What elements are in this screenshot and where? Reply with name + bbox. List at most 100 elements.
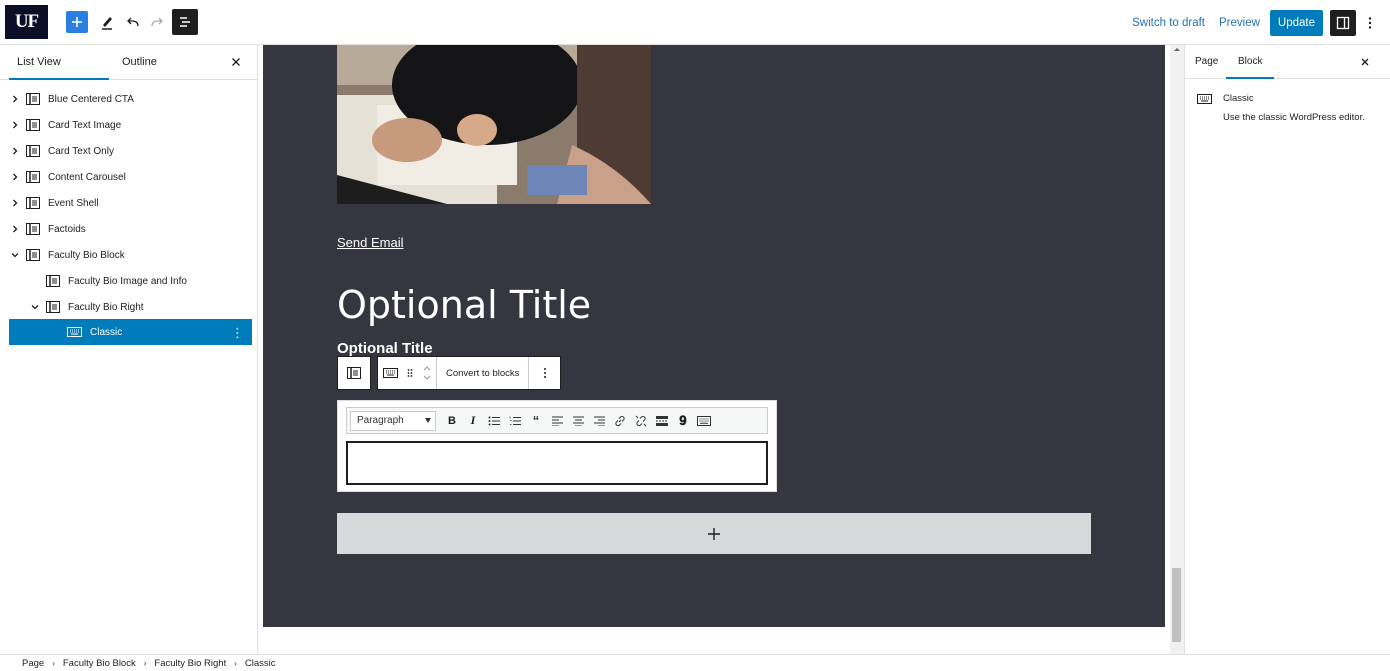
list-item-label: Content Carousel — [48, 171, 126, 183]
list-item[interactable]: Factoids — [9, 216, 252, 242]
bold-icon[interactable]: B — [442, 411, 462, 431]
list-item[interactable]: Event Shell — [9, 190, 252, 216]
list-item-label: Blue Centered CTA — [48, 93, 134, 105]
optional-title-subheading[interactable]: Optional Title — [337, 340, 433, 357]
block-icon — [26, 119, 40, 131]
list-item[interactable]: Faculty Bio Image and Info — [9, 268, 252, 294]
breadcrumb-item: Classic — [244, 657, 276, 669]
unlink-icon[interactable] — [631, 411, 651, 431]
block-appender-button[interactable] — [337, 513, 1091, 554]
preview-button[interactable]: Preview — [1212, 17, 1267, 29]
tools-button[interactable] — [98, 12, 116, 32]
close-settings-button[interactable] — [1359, 56, 1371, 68]
move-up-down-icon[interactable] — [418, 364, 436, 382]
keyboard-icon — [67, 327, 82, 337]
undo-button[interactable] — [124, 12, 142, 32]
block-icon — [26, 93, 40, 105]
bullet-list-icon[interactable] — [484, 411, 504, 431]
optional-title-heading[interactable]: Optional Title — [337, 283, 591, 327]
list-item[interactable]: Faculty Bio Right — [9, 294, 252, 320]
block-icon — [26, 145, 40, 157]
convert-to-blocks-button[interactable]: Convert to blocks — [436, 357, 528, 389]
tinymce-toolbar: Paragraph B I “ 𝟗 — [346, 407, 768, 434]
redo-button[interactable] — [148, 12, 166, 32]
align-left-icon[interactable] — [547, 411, 567, 431]
chevron-right-icon[interactable] — [9, 121, 21, 129]
editor-header: UF Switch to draft Preview Update — [0, 0, 1390, 45]
tab-block[interactable]: Block — [1226, 45, 1275, 79]
switch-to-draft-button[interactable]: Switch to draft — [1125, 17, 1212, 29]
site-logo[interactable]: UF — [5, 5, 48, 39]
link-icon[interactable] — [610, 411, 630, 431]
tab-outline[interactable]: Outline — [122, 45, 157, 80]
select-parent-button[interactable] — [337, 356, 371, 390]
settings-tabs: Page Block — [1185, 45, 1390, 79]
add-block-button[interactable] — [66, 11, 88, 33]
pencil-icon — [102, 17, 112, 30]
settings-toggle-button[interactable] — [1330, 9, 1356, 36]
paste-text-icon[interactable]: 𝟗 — [673, 411, 693, 431]
block-icon — [26, 197, 40, 209]
list-item-label: Faculty Bio Right — [68, 301, 144, 313]
blockquote-icon[interactable]: “ — [526, 411, 546, 431]
chevron-down-icon[interactable] — [29, 304, 41, 310]
align-right-icon[interactable] — [589, 411, 609, 431]
list-item-label: Faculty Bio Block — [48, 249, 125, 261]
scroll-up-icon[interactable] — [1170, 45, 1184, 55]
block-icon — [26, 223, 40, 235]
more-vertical-icon — [543, 368, 546, 378]
list-item[interactable]: Content Carousel — [9, 164, 252, 190]
block-toolbar: Convert to blocks — [337, 356, 562, 390]
breadcrumb-item[interactable]: Page — [22, 658, 44, 669]
plus-icon — [708, 527, 720, 540]
chevron-right-icon[interactable] — [9, 199, 21, 207]
breadcrumb-item[interactable]: Faculty Bio Right — [154, 658, 226, 669]
close-list-view-button[interactable] — [229, 55, 243, 69]
align-center-icon[interactable] — [568, 411, 588, 431]
breadcrumb-item[interactable]: Faculty Bio Block — [63, 658, 136, 669]
chevron-right-icon: › — [52, 658, 55, 668]
sidebar-icon — [1336, 16, 1350, 29]
block-controls: Convert to blocks — [377, 356, 562, 390]
block-icon — [26, 171, 40, 183]
list-item-label: Card Text Only — [48, 145, 114, 157]
block-icon — [26, 249, 40, 261]
list-item-label: Card Text Image — [48, 119, 122, 131]
block-options-button[interactable] — [528, 357, 560, 389]
list-item[interactable]: Faculty Bio Block — [9, 242, 252, 268]
tab-list-view[interactable]: List View — [9, 45, 109, 80]
list-item-label: Classic — [90, 326, 123, 338]
list-item[interactable]: Card Text Image — [9, 112, 252, 138]
canvas-scrollbar[interactable] — [1170, 45, 1184, 654]
chevron-right-icon: › — [234, 658, 237, 668]
options-menu-button[interactable] — [1358, 10, 1382, 36]
chevron-right-icon[interactable] — [9, 225, 21, 233]
italic-icon[interactable]: I — [463, 411, 483, 431]
format-select[interactable]: Paragraph — [350, 410, 436, 431]
read-more-icon[interactable] — [652, 411, 672, 431]
tab-page[interactable]: Page — [1195, 45, 1218, 79]
list-item[interactable]: Blue Centered CTA — [9, 86, 252, 112]
more-vertical-icon[interactable]: ⋮ — [231, 326, 244, 339]
list-item-label: Event Shell — [48, 197, 99, 209]
close-icon — [1361, 58, 1369, 66]
chevron-right-icon[interactable] — [9, 95, 21, 103]
chevron-down-icon[interactable] — [9, 252, 21, 258]
keyboard-icon[interactable] — [378, 368, 402, 378]
faculty-photo[interactable] — [337, 45, 651, 204]
numbered-list-icon[interactable] — [505, 411, 525, 431]
header-actions: Switch to draft Preview Update — [1125, 0, 1390, 45]
classic-editor-content[interactable] — [346, 441, 768, 485]
list-item-label: Faculty Bio Image and Info — [68, 275, 187, 287]
chevron-right-icon[interactable] — [9, 173, 21, 181]
list-item[interactable]: Card Text Only — [9, 138, 252, 164]
list-item-selected[interactable]: Classic ⋮ — [9, 319, 252, 345]
send-email-link[interactable]: Send Email — [337, 235, 403, 250]
document-overview-button[interactable] — [172, 9, 198, 35]
update-button[interactable]: Update — [1269, 9, 1323, 36]
close-icon — [232, 58, 240, 66]
scrollbar-thumb[interactable] — [1172, 568, 1181, 642]
toolbar-toggle-icon[interactable] — [694, 411, 714, 431]
chevron-right-icon[interactable] — [9, 147, 21, 155]
drag-handle-icon[interactable] — [402, 368, 418, 378]
